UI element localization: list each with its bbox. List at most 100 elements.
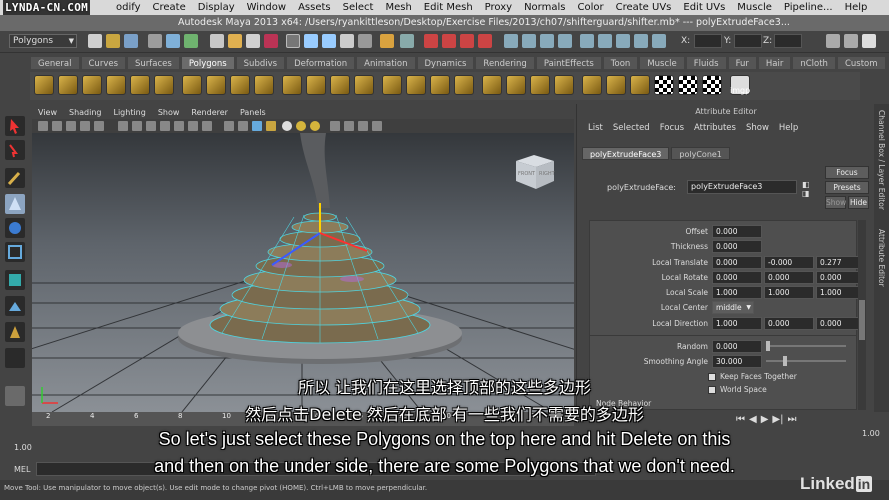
grid-icon[interactable]	[174, 121, 184, 131]
menu-color[interactable]: Color	[571, 2, 609, 13]
poly-fill-hole-icon[interactable]	[354, 75, 374, 95]
snap-plane-icon[interactable]	[358, 34, 372, 48]
poly-extrude-icon[interactable]	[382, 75, 402, 95]
input-op-icon[interactable]	[652, 34, 666, 48]
poly-append-icon[interactable]	[430, 75, 450, 95]
scale-y-field[interactable]: 1.000	[764, 286, 814, 299]
grid-icon[interactable]	[160, 121, 170, 131]
direction-x-field[interactable]: 1.000	[712, 317, 762, 330]
poly-bridge-icon[interactable]	[406, 75, 426, 95]
xray-icon[interactable]	[372, 121, 382, 131]
poly-separate-icon[interactable]	[254, 75, 274, 95]
shelf-tab-animation[interactable]: Animation	[356, 56, 416, 70]
center-dropdown[interactable]: middle ▼	[712, 301, 754, 314]
viewport-menu-shading[interactable]: Shading	[63, 106, 108, 119]
menu-normals[interactable]: Normals	[518, 2, 571, 13]
snap-point-icon[interactable]	[340, 34, 354, 48]
ae-menu-list[interactable]: List	[583, 121, 608, 135]
last-tool-icon[interactable]	[5, 348, 25, 368]
render-settings-icon[interactable]	[460, 34, 474, 48]
shelf-tab-painteffects[interactable]: PaintEffects	[535, 56, 602, 70]
poly-wedge-icon[interactable]	[530, 75, 550, 95]
live-surface-icon[interactable]	[380, 34, 394, 48]
channel-box-tab[interactable]: Channel Box / Layer Editor	[877, 110, 886, 210]
select-object-icon[interactable]	[166, 34, 180, 48]
menu-create[interactable]: Create	[147, 2, 192, 13]
wireframe-icon[interactable]	[224, 121, 234, 131]
select-component-icon[interactable]	[184, 34, 198, 48]
camera-icon[interactable]	[66, 121, 76, 131]
viewport-menu-panels[interactable]: Panels	[234, 106, 272, 119]
ipr-render-icon[interactable]	[442, 34, 456, 48]
ae-menu-help[interactable]: Help	[774, 121, 803, 135]
y-field[interactable]	[734, 34, 762, 48]
direction-y-field[interactable]: 0.000	[764, 317, 814, 330]
focus-button[interactable]: Focus	[825, 166, 869, 179]
node-nav-icons[interactable]: ◧ ◨	[802, 180, 810, 198]
panel-toggle-icon[interactable]	[862, 34, 876, 48]
input-op-icon[interactable]	[558, 34, 572, 48]
rotate-x-field[interactable]: 0.000	[712, 271, 762, 284]
pick-mask-icon[interactable]	[228, 34, 242, 48]
shelf-tab-fluids[interactable]: Fluids	[685, 56, 727, 70]
poly-uv-cyl-icon[interactable]	[606, 75, 626, 95]
perspective-viewport[interactable]: View Shading Lighting Show Renderer Pane…	[32, 106, 574, 412]
input-op-icon[interactable]	[634, 34, 648, 48]
show-manip-icon[interactable]	[5, 322, 25, 342]
random-slider-handle[interactable]	[766, 341, 770, 351]
menu-assets[interactable]: Assets	[292, 2, 337, 13]
viewcube[interactable]: FRONT RIGHT	[512, 151, 558, 191]
render-frame-icon[interactable]	[424, 34, 438, 48]
translate-y-field[interactable]: -0.000	[764, 256, 814, 269]
shelf-tab-toon[interactable]: Toon	[602, 56, 639, 70]
menu-edit-uvs[interactable]: Edit UVs	[677, 2, 731, 13]
shelf-tab-ncloth[interactable]: nCloth	[792, 56, 836, 70]
ae-scrollbar-thumb[interactable]	[859, 300, 865, 340]
tab-polycone1[interactable]: polyCone1	[671, 147, 730, 160]
camera-icon[interactable]	[52, 121, 62, 131]
input-op-icon[interactable]	[504, 34, 518, 48]
shelf-tab-dynamics[interactable]: Dynamics	[416, 56, 475, 70]
panel-toggle-icon[interactable]	[826, 34, 840, 48]
poly-uv-planar-icon[interactable]	[582, 75, 602, 95]
grid-icon[interactable]	[188, 121, 198, 131]
poly-cone-icon[interactable]	[106, 75, 126, 95]
poly-bevel-icon[interactable]	[482, 75, 502, 95]
menu-muscle[interactable]: Muscle	[731, 2, 778, 13]
save-scene-icon[interactable]	[124, 34, 138, 48]
x-field[interactable]	[694, 34, 722, 48]
poly-plane-icon[interactable]	[130, 75, 150, 95]
panel-toggle-icon[interactable]	[844, 34, 858, 48]
viewport-menu-view[interactable]: View	[32, 106, 63, 119]
menu-create-uvs[interactable]: Create UVs	[610, 2, 678, 13]
isolate-icon[interactable]	[330, 121, 340, 131]
smoothing-slider-handle[interactable]	[783, 356, 787, 366]
scene-render[interactable]	[32, 133, 574, 412]
shelf-tab-polygons[interactable]: Polygons	[180, 56, 235, 70]
input-op-icon[interactable]	[580, 34, 594, 48]
menu-select[interactable]: Select	[337, 2, 380, 13]
viewport-menu-show[interactable]: Show	[152, 106, 186, 119]
select-tool-icon[interactable]	[5, 116, 25, 136]
poly-uv-sph-icon[interactable]	[630, 75, 650, 95]
grid-icon[interactable]	[132, 121, 142, 131]
open-scene-icon[interactable]	[106, 34, 120, 48]
shelf-tab-surfaces[interactable]: Surfaces	[127, 56, 180, 70]
menu-mesh[interactable]: Mesh	[379, 2, 417, 13]
light-icon[interactable]	[310, 121, 320, 131]
grid-icon[interactable]	[118, 121, 128, 131]
thickness-field[interactable]: 0.000	[712, 240, 762, 253]
light-icon[interactable]	[296, 121, 306, 131]
offset-field[interactable]: 0.000	[712, 225, 762, 238]
poly-mirror-icon[interactable]	[330, 75, 350, 95]
shelf-tab-general[interactable]: General	[30, 56, 80, 70]
random-field[interactable]: 0.000	[712, 340, 762, 353]
poly-sphere-icon[interactable]	[34, 75, 54, 95]
smoothing-slider[interactable]	[766, 360, 846, 362]
poly-pipe-icon[interactable]	[182, 75, 202, 95]
smooth-shade-icon[interactable]	[238, 121, 248, 131]
poly-reduce-icon[interactable]	[306, 75, 326, 95]
menu-proxy[interactable]: Proxy	[479, 2, 518, 13]
node-name-field[interactable]: polyExtrudeFace3	[687, 180, 797, 194]
paint-select-icon[interactable]	[5, 168, 25, 188]
